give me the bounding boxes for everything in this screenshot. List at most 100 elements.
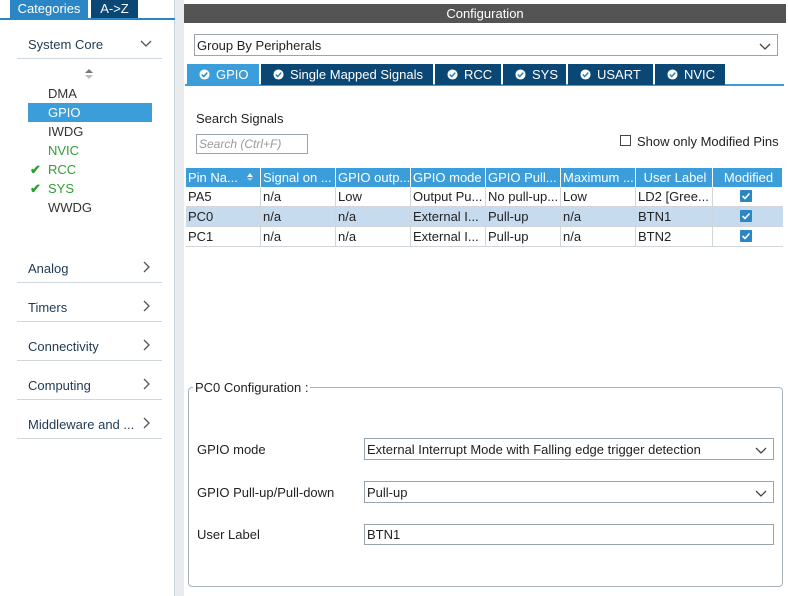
column-header[interactable]: GPIO mode	[411, 168, 486, 187]
column-header[interactable]: Signal on ...	[261, 168, 336, 187]
sidebar-item-wwdg[interactable]: WWDG	[28, 198, 152, 217]
sidebar-item-iwdg[interactable]: IWDG	[28, 122, 152, 141]
tab-a-z[interactable]: A->Z	[91, 0, 138, 18]
search-input[interactable]	[199, 136, 305, 152]
sidebar-item-label: RCC	[48, 162, 77, 177]
group-by-select[interactable]: Group By Peripherals	[194, 34, 778, 56]
tab-usart[interactable]: USART	[568, 64, 653, 85]
sidebar-item-label: NVIC	[48, 143, 80, 158]
tab-sys[interactable]: SYS	[503, 64, 566, 85]
table-row[interactable]: PC1 n/a n/a External I... Pull-up n/a BTN2	[186, 227, 783, 247]
sidebar-item-nvic[interactable]: NVIC	[28, 141, 152, 160]
check-icon: ✔	[30, 181, 41, 196]
sidebar-item-sys[interactable]: ✔ SYS	[28, 179, 152, 198]
group-by-value: Group By Peripherals	[197, 38, 322, 53]
table-cell: External I...	[411, 227, 486, 246]
check-circle-icon	[199, 69, 210, 80]
category-analog[interactable]: Analog	[17, 256, 162, 283]
table-row[interactable]: PA5 n/a Low Output Pu... No pull-up... Low LD2…	[186, 187, 783, 207]
category-label: Computing	[28, 378, 91, 393]
category-timers[interactable]: Timers	[17, 295, 162, 322]
table-cell: n/a	[561, 227, 636, 246]
column-header[interactable]: Modified	[713, 168, 783, 187]
category-label: Timers	[28, 300, 68, 315]
table-cell: Pull-up	[486, 227, 561, 246]
sidebar-item-label: SYS	[48, 181, 75, 196]
table-cell: Low	[561, 187, 636, 206]
sidebar-item-rcc[interactable]: ✔ RCC	[28, 160, 152, 179]
tab-gpio[interactable]: GPIO	[187, 64, 259, 85]
sidebar-item-gpio[interactable]: GPIO	[28, 103, 152, 122]
user-label-label: User Label	[197, 527, 260, 542]
table-cell: LD2 [Gree...	[636, 187, 713, 206]
tab-nvic[interactable]: NVIC	[655, 64, 725, 85]
column-header[interactable]: Maximum ...	[561, 168, 636, 187]
table-cell: External I...	[411, 207, 486, 226]
category-middleware-and[interactable]: Middleware and ...	[17, 412, 162, 439]
category-label: Analog	[28, 261, 69, 276]
category-tab-bar: Categories A->Z	[0, 0, 175, 20]
search-signals-label: Search Signals	[196, 111, 284, 126]
table-row[interactable]: PC0 n/a n/a External I... Pull-up n/a BTN1	[186, 207, 783, 227]
chevron-down-icon	[755, 487, 767, 502]
table-cell: n/a	[561, 207, 636, 226]
check-circle-icon	[447, 69, 458, 80]
table-cell: Low	[336, 187, 411, 206]
tab-label: RCC	[464, 67, 493, 82]
category-connectivity[interactable]: Connectivity	[17, 334, 162, 361]
categories-panel: Categories A->Z System Core DMA GPIO IWDG N…	[0, 0, 175, 596]
table-cell: PC0	[186, 207, 261, 226]
gpio-pull-select[interactable]: Pull-up	[364, 481, 774, 503]
gpio-pull-value: Pull-up	[367, 485, 408, 500]
table-cell: BTN1	[636, 207, 713, 226]
table-cell: n/a	[261, 187, 336, 206]
column-header[interactable]: GPIO Pull...	[486, 168, 561, 187]
peripheral-tab-bar: GPIO Single Mapped Signals RCC SYS USART NVIC	[185, 64, 784, 86]
sort-icon[interactable]	[84, 68, 94, 80]
chevron-down-icon	[759, 40, 771, 55]
modified-checkbox-icon[interactable]	[740, 190, 752, 202]
sidebar-item-label: IWDG	[48, 124, 84, 139]
tab-categories[interactable]: Categories	[10, 0, 88, 18]
category-label: System Core	[28, 37, 104, 52]
column-header[interactable]: User Label	[636, 168, 713, 187]
gpio-mode-label: GPIO mode	[197, 442, 266, 457]
modified-checkbox-icon[interactable]	[740, 230, 752, 242]
modified-checkbox-icon[interactable]	[740, 210, 752, 222]
search-signals-field[interactable]	[196, 134, 308, 154]
table-cell: n/a	[261, 227, 336, 246]
table-cell: PC1	[186, 227, 261, 246]
checkbox-icon[interactable]	[620, 135, 631, 146]
sort-icon[interactable]	[246, 172, 254, 182]
chevron-right-icon	[140, 378, 152, 390]
check-circle-icon	[273, 69, 284, 80]
category-label: Middleware and ...	[28, 417, 135, 432]
chevron-down-icon	[755, 444, 767, 459]
sidebar-item-label: WWDG	[48, 200, 93, 215]
chevron-right-icon	[140, 300, 152, 312]
table-cell: n/a	[336, 207, 411, 226]
tab-label: GPIO	[216, 67, 249, 82]
tab-rcc[interactable]: RCC	[435, 64, 501, 85]
gpio-pull-label: GPIO Pull-up/Pull-down	[197, 485, 335, 500]
table-cell: BTN2	[636, 227, 713, 246]
user-label-field[interactable]: BTN1	[364, 524, 774, 545]
tab-single-mapped-signals[interactable]: Single Mapped Signals	[261, 64, 433, 85]
table-cell: n/a	[261, 207, 336, 226]
sidebar-item-dma[interactable]: DMA	[28, 84, 152, 103]
configuration-title: Configuration	[184, 4, 786, 23]
pin-configuration-title: PC0 Configuration :	[193, 380, 311, 395]
table-cell: Output Pu...	[411, 187, 486, 206]
sidebar-item-label: GPIO	[48, 105, 81, 120]
column-header[interactable]: GPIO outp...	[336, 168, 411, 187]
tab-label: SYS	[532, 67, 559, 82]
category-label: Connectivity	[28, 339, 99, 354]
check-circle-icon	[667, 69, 678, 80]
chevron-right-icon	[140, 261, 152, 273]
check-icon: ✔	[30, 162, 41, 177]
category-system-core[interactable]: System Core	[17, 32, 162, 59]
gpio-mode-select[interactable]: External Interrupt Mode with Falling edg…	[364, 438, 774, 460]
sidebar-item-label: DMA	[48, 86, 77, 101]
tab-label: NVIC	[684, 67, 716, 82]
category-computing[interactable]: Computing	[17, 373, 162, 400]
